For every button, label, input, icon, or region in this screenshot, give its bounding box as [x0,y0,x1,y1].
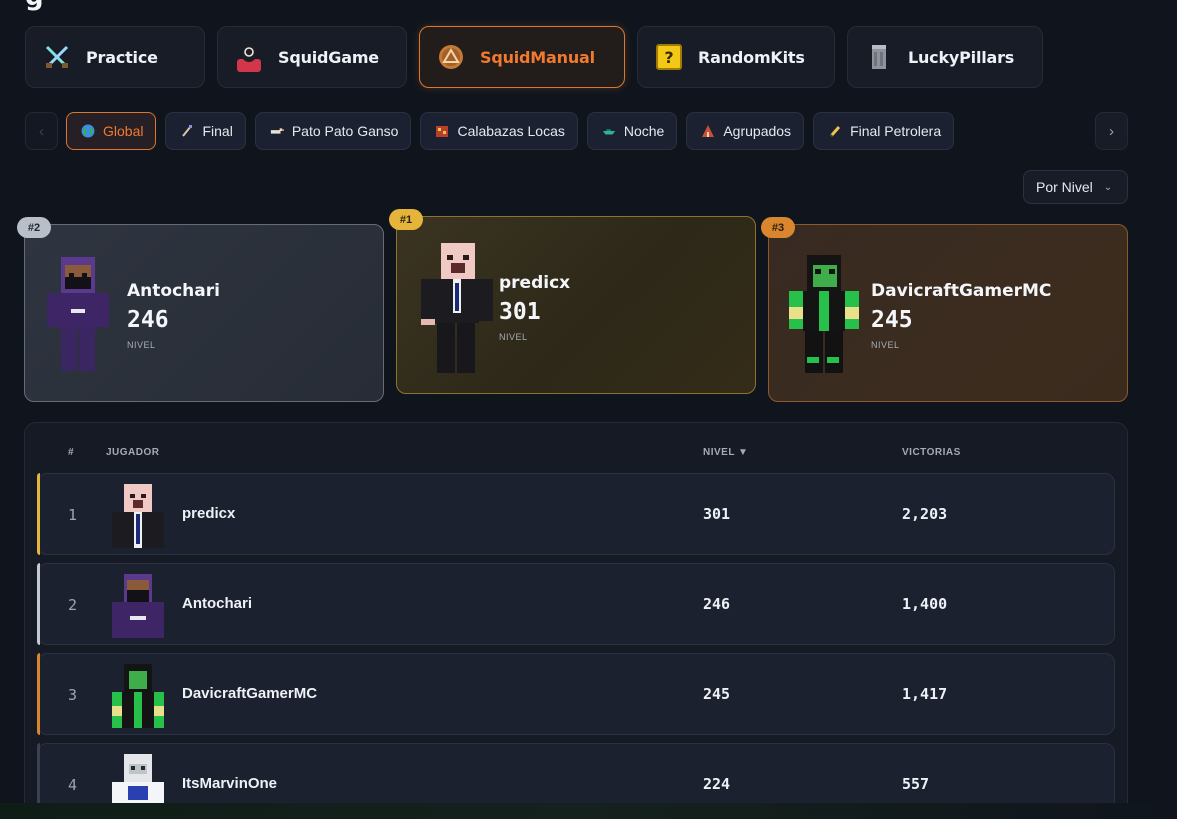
player-wins: 1,417 [902,685,948,703]
squid-guard-icon [234,42,264,72]
player-wins: 2,203 [902,505,948,523]
podium-card-first[interactable]: #1 predicx 301 NIVEL [389,209,756,394]
mode-chip-final[interactable]: Final [165,112,246,150]
player-name[interactable]: DavicraftGamerMC [182,685,317,702]
player-name[interactable]: Antochari [182,595,252,612]
row-rank: 2 [68,596,78,614]
player-name: Antochari [127,281,220,301]
chevron-left-icon: ‹ [39,122,44,140]
row-rank: 3 [68,686,78,704]
pencil-icon [828,124,842,138]
mode-chips: Global Final Pato Pato Ganso Calabazas L… [66,112,955,150]
scroll-right-button[interactable]: › [1095,112,1128,150]
scroll-left-button[interactable]: ‹ [25,112,58,150]
mode-chip-pato-pato-ganso[interactable]: Pato Pato Ganso [254,112,412,150]
boat-icon [602,124,616,138]
rank-badge: #1 [389,209,423,230]
page-title: g [25,0,44,12]
mode-chip-final-petrolera[interactable]: Final Petrolera [813,112,955,150]
table-row[interactable]: 2 Antochari 246 1,400 [37,563,1115,645]
player-level: 246 [703,595,731,613]
svg-text:?: ? [664,48,673,67]
player-skin-avatar [413,239,493,384]
triangle-coin-icon [436,42,466,72]
header-level-sort[interactable]: NIVEL ▼ [703,447,748,458]
row-rank: 4 [68,776,78,794]
duck-icon [270,124,284,138]
chevron-right-icon: › [1109,122,1114,140]
mode-selector: ‹ Global Final Pato Pato Ganso Calabazas… [25,112,1128,150]
header-player: JUGADOR [106,447,160,458]
game-tab-randomkits[interactable]: ? RandomKits [637,26,835,88]
player-avatar [108,482,168,548]
rank-badge: #3 [761,217,795,238]
player-avatar [108,572,168,638]
player-wins: 1,400 [902,595,948,613]
table-row[interactable]: 1 predicx 301 2,203 [37,473,1115,555]
question-block-icon: ? [654,42,684,72]
row-accent [37,473,40,555]
podium-card-third[interactable]: #3 DavicraftGamerMC 245 NIVEL [761,217,1128,402]
mode-chip-calabazas-locas[interactable]: Calabazas Locas [420,112,578,150]
header-rank: # [68,447,75,458]
sort-dropdown[interactable]: Por Nivel ⌄ [1023,170,1128,204]
stick-icon [180,124,194,138]
player-name[interactable]: ItsMarvinOne [182,775,277,792]
game-tab-squidgame[interactable]: SquidGame [217,26,407,88]
header-wins[interactable]: VICTORIAS [902,447,961,458]
table-header: # JUGADOR NIVEL ▼ VICTORIAS [25,447,1127,461]
tent-icon [701,124,715,138]
player-level: 246 [127,307,169,333]
mode-chip-agrupados[interactable]: Agrupados [686,112,805,150]
podium-card-second[interactable]: #2 Antochari 246 NIVEL [17,217,384,402]
player-level: 245 [871,307,913,333]
game-tab-luckypillars[interactable]: LuckyPillars [847,26,1043,88]
row-accent [37,653,40,735]
row-rank: 1 [68,506,78,524]
level-label: NIVEL [871,340,900,350]
player-name: predicx [499,273,571,293]
bottom-edge [0,803,1177,819]
game-tabs: Practice SquidGame SquidManual ? RandomK… [25,26,1043,88]
chevron-down-icon: ⌄ [1103,181,1113,193]
player-level: 245 [703,685,731,703]
mode-chip-noche[interactable]: Noche [586,112,678,150]
player-avatar [108,662,168,728]
row-accent [37,563,40,645]
pillar-icon [864,42,894,72]
level-label: NIVEL [127,340,156,350]
player-skin-avatar [41,247,113,382]
mode-chip-global[interactable]: Global [66,112,157,150]
player-level: 224 [703,775,731,793]
player-level: 301 [703,505,731,523]
pumpkin-icon [435,124,449,138]
sort-dropdown-label: Por Nivel [1036,179,1093,195]
crossed-swords-icon [42,42,72,72]
player-name[interactable]: predicx [182,505,235,522]
leaderboard-table: # JUGADOR NIVEL ▼ VICTORIAS 1 predicx 30… [24,422,1128,819]
rank-badge: #2 [17,217,51,238]
level-label: NIVEL [499,332,528,342]
player-wins: 557 [902,775,930,793]
player-level: 301 [499,299,541,325]
table-row[interactable]: 3 DavicraftGamerMC 245 1,417 [37,653,1115,735]
player-skin-avatar [785,247,861,382]
game-tab-practice[interactable]: Practice [25,26,205,88]
globe-icon [81,124,95,138]
player-name: DavicraftGamerMC [871,281,1052,301]
game-tab-squidmanual[interactable]: SquidManual [419,26,625,88]
